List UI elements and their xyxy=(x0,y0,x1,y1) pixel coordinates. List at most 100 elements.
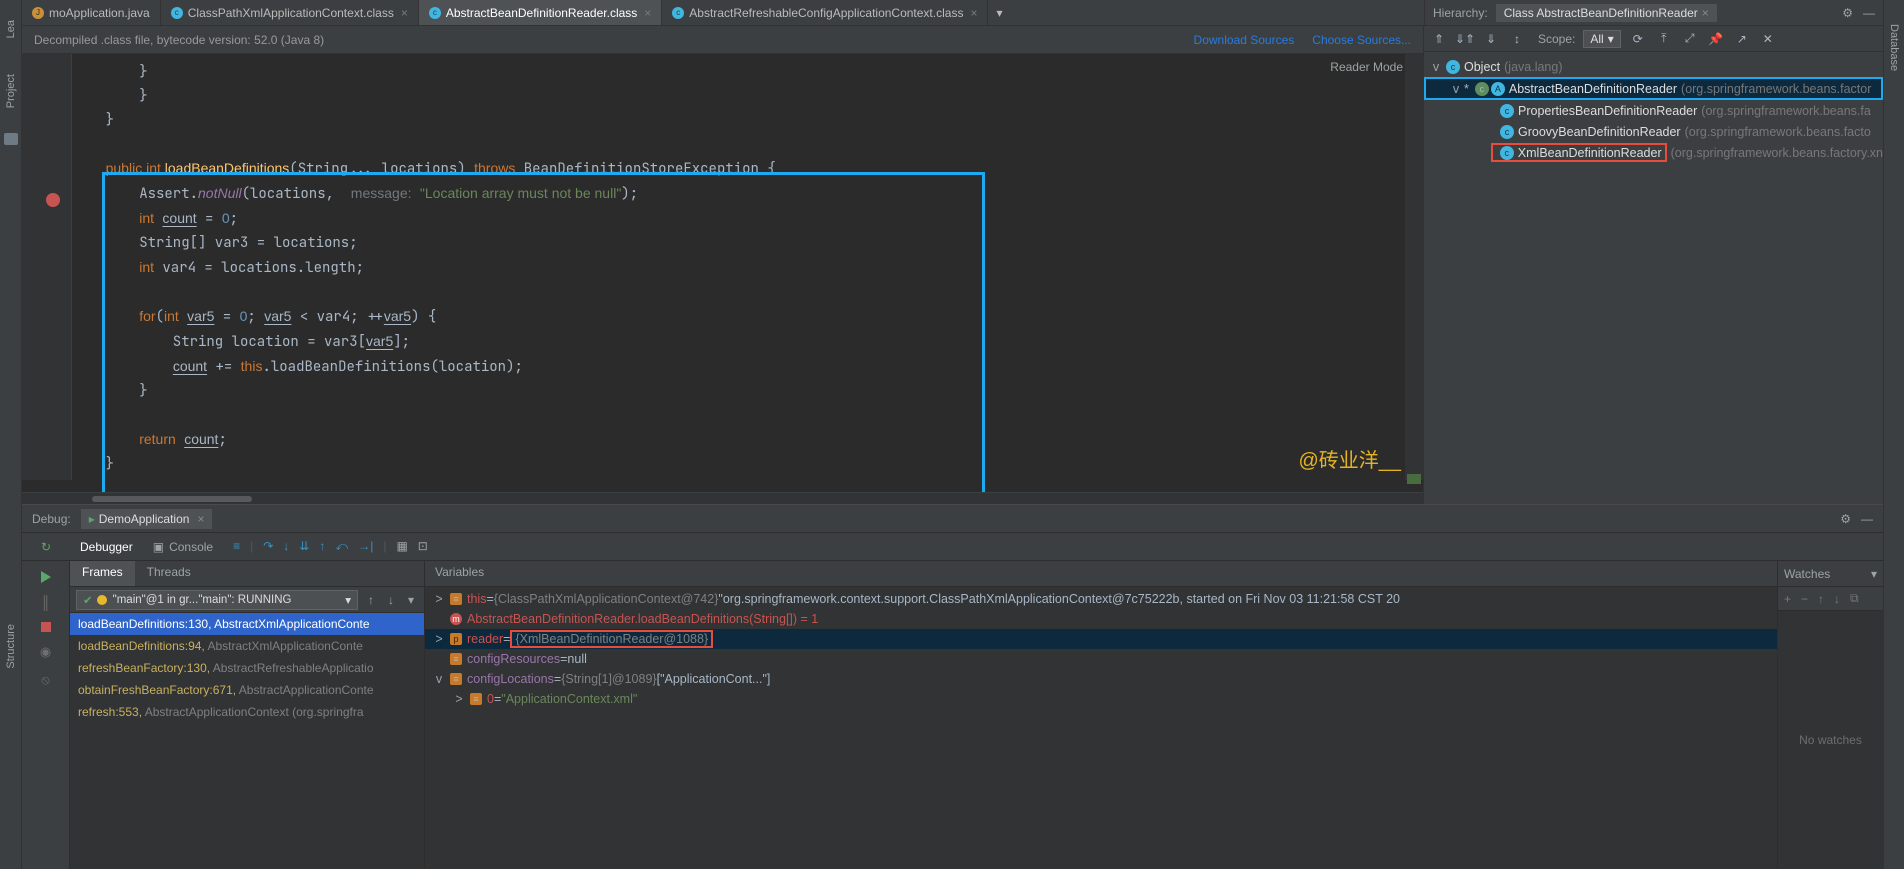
down-arrow-icon[interactable]: ↓ xyxy=(384,593,398,607)
frames-tab[interactable]: Frames xyxy=(70,561,135,586)
class-icon: c xyxy=(1500,125,1514,139)
threads-tab[interactable]: Threads xyxy=(135,561,203,586)
hierarchy-tab[interactable]: Class AbstractBeanDefinitionReader × xyxy=(1496,4,1717,22)
minimize-icon[interactable]: — xyxy=(1863,6,1875,20)
variable-row[interactable]: >≡0 = "ApplicationContext.xml" xyxy=(425,689,1777,709)
learn-tab[interactable]: Lea xyxy=(5,20,17,38)
stack-frame[interactable]: loadBeanDefinitions:130, AbstractXmlAppl… xyxy=(70,613,424,635)
close-icon[interactable]: × xyxy=(970,6,977,20)
override-icon[interactable] xyxy=(46,193,60,207)
tab-abstractrefreshable[interactable]: c AbstractRefreshableConfigApplicationCo… xyxy=(662,0,988,25)
minimap[interactable] xyxy=(1405,54,1423,480)
close-icon[interactable]: × xyxy=(401,6,408,20)
gear-icon[interactable]: ⚙ xyxy=(1840,512,1851,526)
scope-dropdown[interactable]: All ▾ xyxy=(1583,30,1620,48)
class-hier-icon[interactable]: ⇑ xyxy=(1430,30,1448,48)
debug-label: Debug: xyxy=(32,512,71,526)
choose-sources-link[interactable]: Choose Sources... xyxy=(1312,33,1411,47)
database-tab[interactable]: Database xyxy=(1888,24,1900,71)
sort-icon[interactable]: ↕ xyxy=(1508,30,1526,48)
hierarchy-node[interactable]: cPropertiesBeanDefinitionReader(org.spri… xyxy=(1424,100,1883,121)
project-tab[interactable]: Project xyxy=(5,74,17,108)
variable-row[interactable]: >≡this = {ClassPathXmlApplicationContext… xyxy=(425,589,1777,609)
down-icon[interactable]: ↓ xyxy=(1834,592,1840,606)
autoscroll-icon[interactable]: ⤒ xyxy=(1655,30,1673,48)
tab-moapp[interactable]: J moApplication.java xyxy=(22,0,161,25)
variable-row[interactable]: v≡configLocations = {String[1]@1089} ["A… xyxy=(425,669,1777,689)
console-tab[interactable]: ▣ Console xyxy=(143,536,223,558)
download-sources-link[interactable]: Download Sources xyxy=(1194,33,1295,47)
more-tabs-icon[interactable]: ▾ xyxy=(988,0,1010,25)
pin-icon[interactable]: 📌 xyxy=(1707,30,1725,48)
stack-frame[interactable]: refreshBeanFactory:130, AbstractRefresha… xyxy=(70,657,424,679)
close-icon[interactable]: ✕ xyxy=(1759,30,1777,48)
drop-frame-icon[interactable]: ⤺ xyxy=(335,539,348,554)
step-out-icon[interactable]: ↑ xyxy=(319,539,325,554)
run-to-cursor-icon[interactable]: →| xyxy=(358,539,373,554)
show-exec-icon[interactable]: ≡ xyxy=(233,539,240,554)
structure-tab[interactable]: Structure xyxy=(5,624,17,669)
code-editor[interactable]: Reader Mode } } } public int loadBeanDef… xyxy=(22,54,1423,492)
scope-value: All xyxy=(1590,32,1603,46)
debugger-tab[interactable]: Debugger xyxy=(70,536,143,558)
chevron-down-icon[interactable]: ▾ xyxy=(1871,567,1877,581)
copy-icon[interactable]: ⧉ xyxy=(1850,591,1859,606)
rerun-icon[interactable]: ↻ xyxy=(41,540,51,554)
decompiled-notice: Decompiled .class file, bytecode version… xyxy=(22,26,1423,54)
filter-icon[interactable]: ▾ xyxy=(404,593,418,607)
force-step-into-icon[interactable]: ⇊ xyxy=(299,539,309,554)
console-icon: ▣ xyxy=(153,540,164,554)
watches-label: Watches xyxy=(1784,567,1830,581)
refresh-icon[interactable]: ⟳ xyxy=(1629,30,1647,48)
export-icon[interactable]: ↗ xyxy=(1733,30,1751,48)
code-content: } } } public int loadBeanDefinitions(Str… xyxy=(72,60,1403,480)
expand-icon[interactable]: ⤢ xyxy=(1681,30,1699,48)
hierarchy-node[interactable]: cXmlBeanDefinitionReader(org.springframe… xyxy=(1424,142,1883,163)
thread-dropdown[interactable]: ✔ "main"@1 in gr..."main": RUNNING ▾ xyxy=(76,590,358,610)
mute-breakpoints-icon[interactable]: ⦸ xyxy=(41,672,49,688)
step-into-icon[interactable]: ↓ xyxy=(283,539,289,554)
view-breakpoints-icon[interactable]: ◉ xyxy=(40,644,51,660)
gear-icon[interactable]: ⚙ xyxy=(1842,6,1853,20)
variable-row[interactable]: ≡configResources = null xyxy=(425,649,1777,669)
pause-icon[interactable]: ║ xyxy=(41,595,50,610)
field-icon: ≡ xyxy=(450,653,462,665)
stop-icon[interactable] xyxy=(41,622,51,632)
remove-watch-icon[interactable]: − xyxy=(1801,592,1808,606)
evaluate-icon[interactable]: ▦ xyxy=(396,539,407,554)
notice-text: Decompiled .class file, bytecode version… xyxy=(34,33,324,47)
field-icon: ≡ xyxy=(450,673,462,685)
variable-row[interactable]: mAbstractBeanDefinitionReader.loadBeanDe… xyxy=(425,609,1777,629)
up-icon[interactable]: ↑ xyxy=(1818,592,1824,606)
field-icon: ≡ xyxy=(450,593,462,605)
stack-frame[interactable]: refresh:553, AbstractApplicationContext … xyxy=(70,701,424,723)
stack-frame[interactable]: obtainFreshBeanFactory:671, AbstractAppl… xyxy=(70,679,424,701)
field-icon: ≡ xyxy=(470,693,482,705)
trace-icon[interactable]: ⊡ xyxy=(418,539,428,554)
tab-classpathxml[interactable]: c ClassPathXmlApplicationContext.class × xyxy=(161,0,419,25)
hierarchy-node[interactable]: v*cAAbstractBeanDefinitionReader(org.spr… xyxy=(1424,77,1883,100)
hierarchy-node[interactable]: cGroovyBeanDefinitionReader(org.springfr… xyxy=(1424,121,1883,142)
java-icon: J xyxy=(32,7,44,19)
tab-label: moApplication.java xyxy=(49,6,150,20)
add-watch-icon[interactable]: + xyxy=(1784,592,1791,606)
up-arrow-icon[interactable]: ↑ xyxy=(364,593,378,607)
stack-frame[interactable]: loadBeanDefinitions:94, AbstractXmlAppli… xyxy=(70,635,424,657)
sub-hier-icon[interactable]: ⇓ xyxy=(1482,30,1500,48)
class-icon: c xyxy=(1500,104,1514,118)
close-icon[interactable]: × xyxy=(1702,6,1709,20)
step-over-icon[interactable]: ↷ xyxy=(263,539,273,554)
hierarchy-node[interactable]: vcObject(java.lang) xyxy=(1424,56,1883,77)
console-label: Console xyxy=(169,540,213,554)
super-hier-icon[interactable]: ⇓⇑ xyxy=(1456,30,1474,48)
tab-abstractbeanreader[interactable]: c AbstractBeanDefinitionReader.class × xyxy=(419,0,662,25)
minimize-icon[interactable]: — xyxy=(1861,512,1873,526)
variable-row[interactable]: >preader = {XmlBeanDefinitionReader@1088… xyxy=(425,629,1777,649)
abstract-icon: c xyxy=(1475,82,1489,96)
close-icon[interactable]: × xyxy=(644,6,651,20)
close-icon[interactable]: × xyxy=(197,512,204,526)
run-config-tab[interactable]: ▸ DemoApplication × xyxy=(81,509,213,529)
horizontal-scrollbar[interactable] xyxy=(22,492,1423,504)
hierarchy-toolbar: ⇑ ⇓⇑ ⇓ ↕ Scope: All ▾ ⟳ ⤒ ⤢ 📌 ↗ ✕ xyxy=(1424,26,1883,52)
resume-icon[interactable] xyxy=(41,571,51,583)
